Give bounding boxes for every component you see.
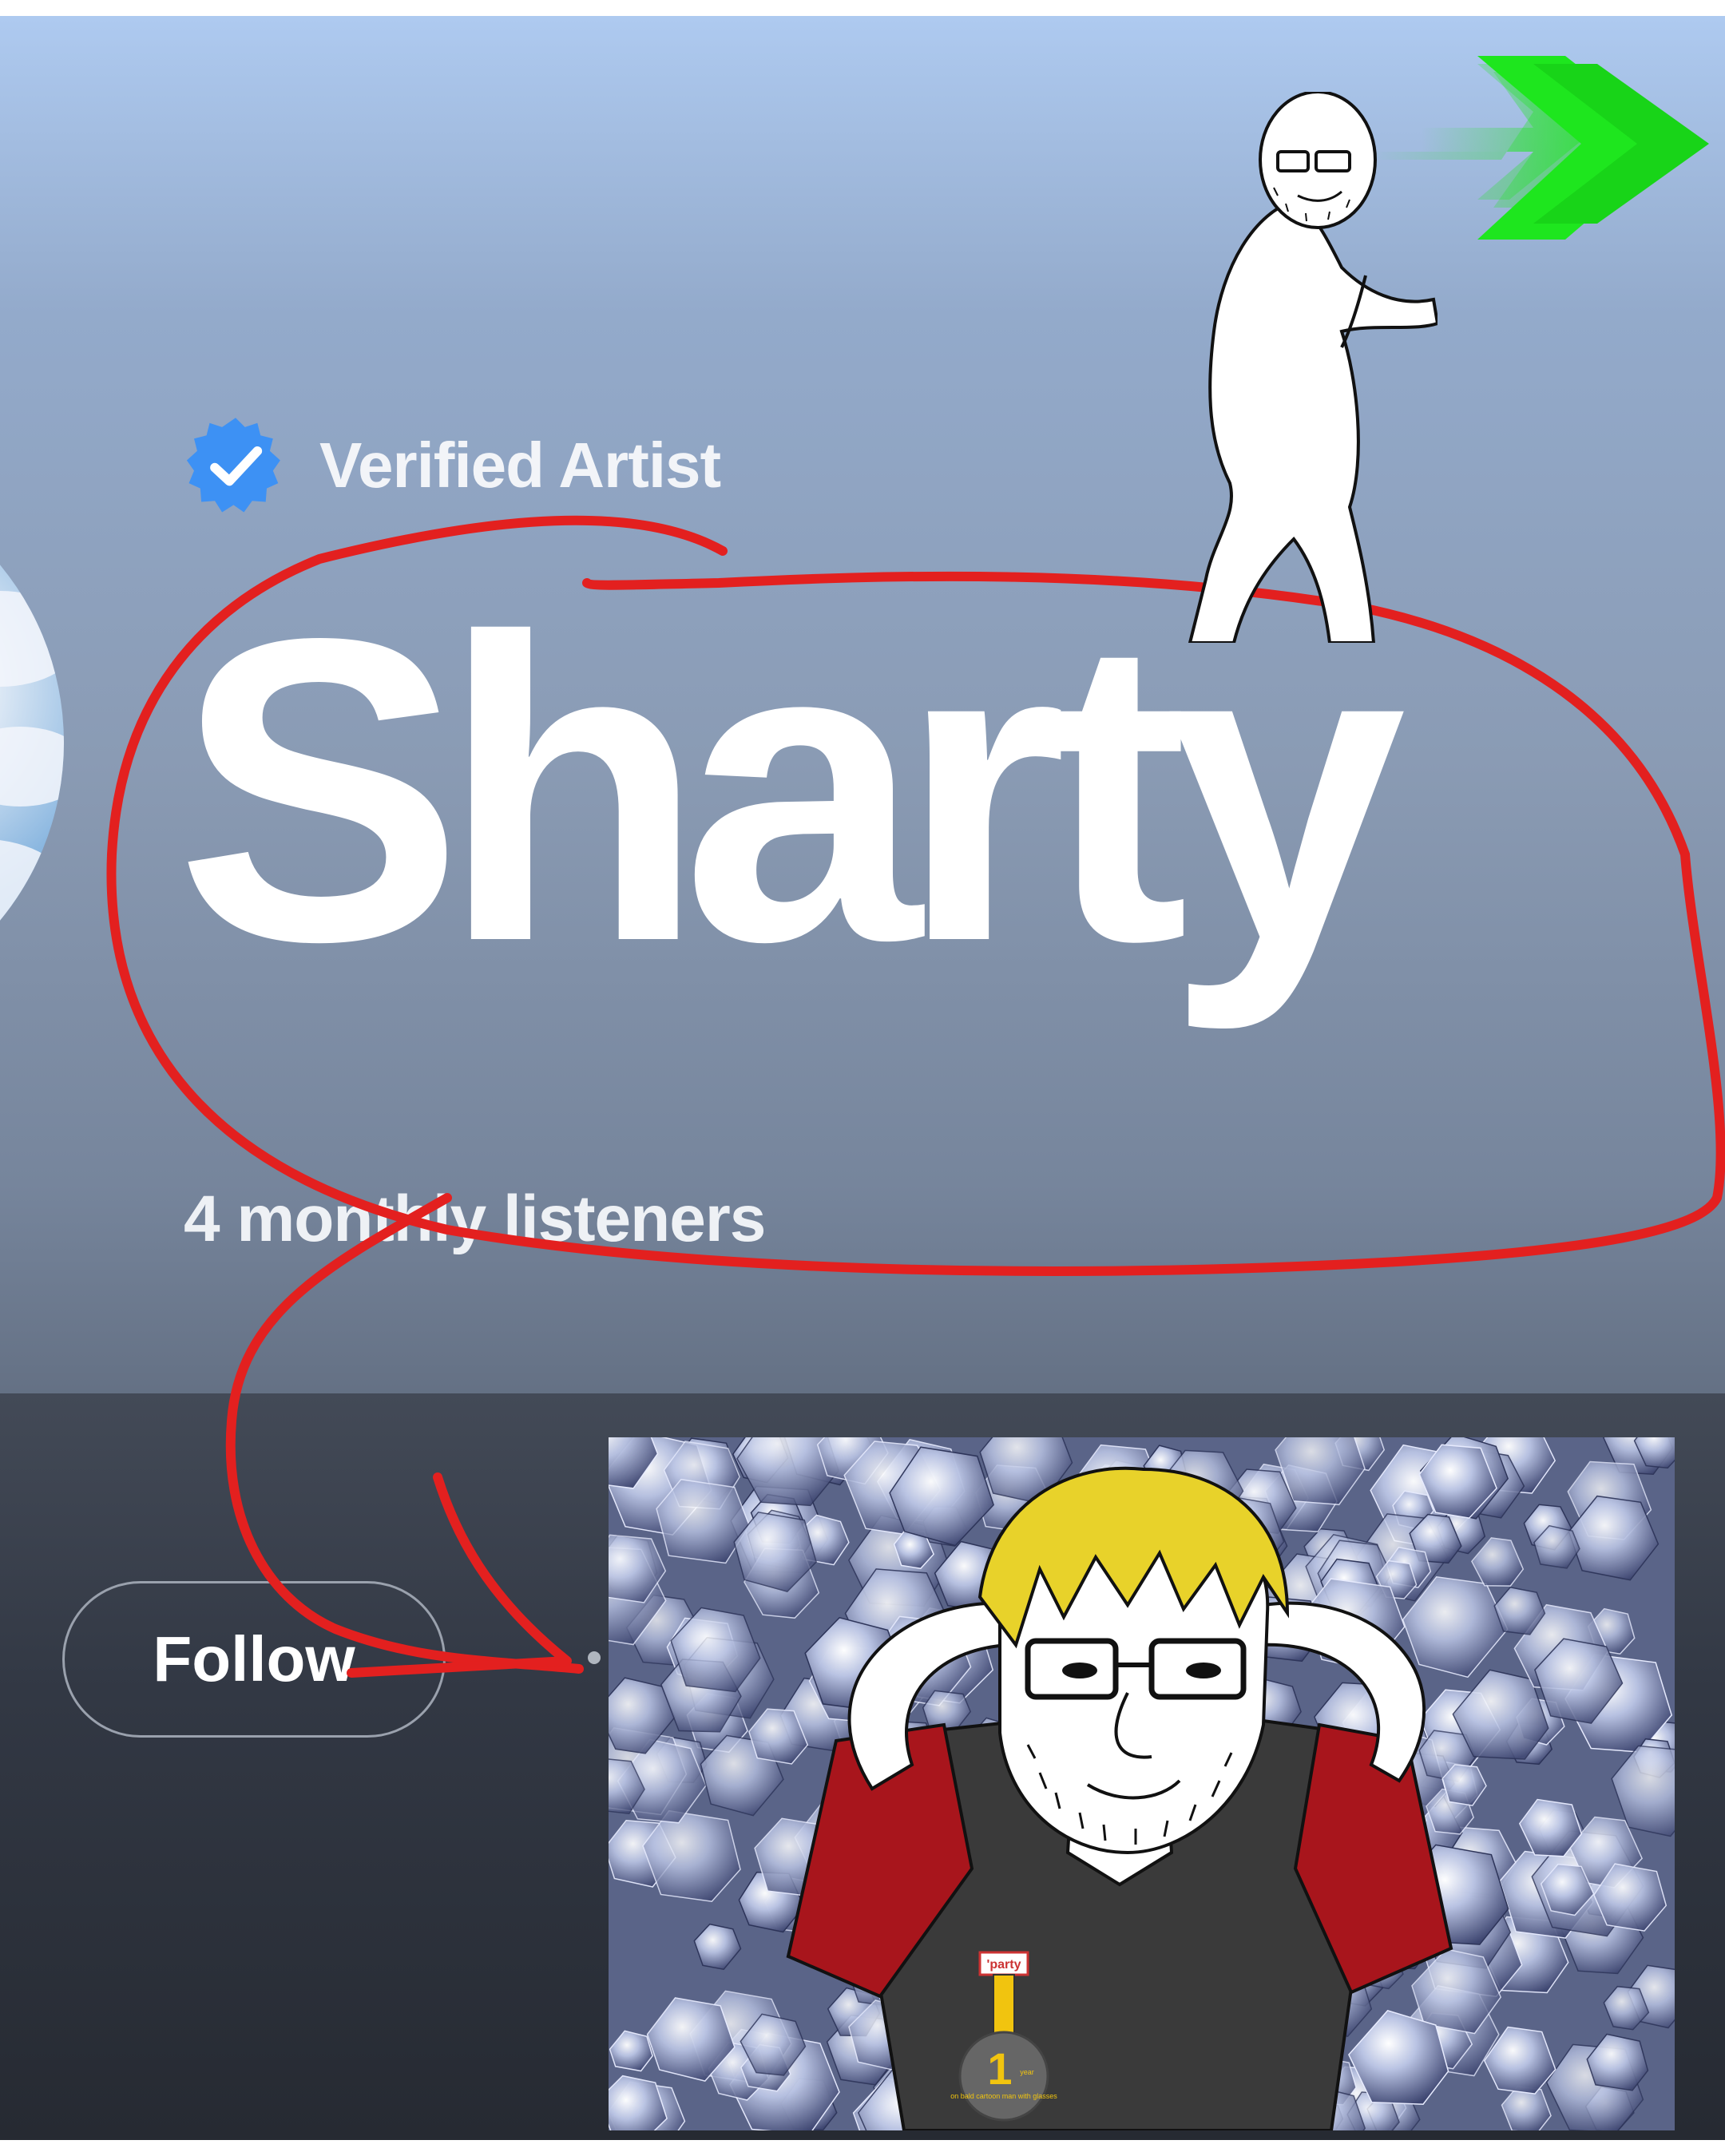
medal-caption: on bald cartoon man with glasses: [950, 2092, 1057, 2100]
check-badge-icon: [186, 418, 280, 513]
verified-artist-label: Verified Artist: [319, 430, 721, 501]
monthly-listeners-text: 4 monthly listeners: [184, 1183, 766, 1255]
follow-button[interactable]: Follow: [62, 1581, 446, 1738]
medal-number: 1: [987, 2043, 1012, 2094]
artist-avatar: [0, 463, 64, 1022]
separator-dot: [588, 1651, 601, 1664]
follow-button-label: Follow: [153, 1623, 355, 1694]
verified-artist-row: Verified Artist: [184, 406, 721, 525]
pasted-meme-image: 'party 1 year on bald cartoon man with g…: [609, 1437, 1675, 2130]
artist-header: Verified Artist Sharty 4 monthly listene…: [0, 16, 1725, 2140]
medal-ribbon-text: 'party: [987, 1958, 1021, 1972]
chud-character: 'party 1 year on bald cartoon man with g…: [786, 1466, 1453, 2130]
medal-unit: year: [1020, 2068, 1034, 2076]
green-arrows-icon: [1374, 56, 1709, 240]
